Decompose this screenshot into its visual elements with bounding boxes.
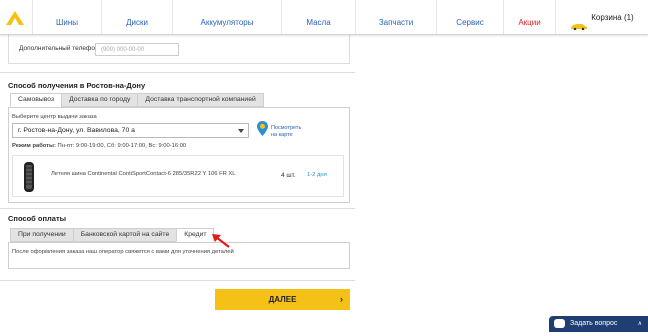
ask-question-widget[interactable]: Задать вопрос ∧ — [549, 316, 648, 332]
nav-item-wheels[interactable]: Диски — [101, 0, 172, 34]
nav-item-promo[interactable]: Акции — [503, 0, 555, 34]
divider — [0, 208, 355, 209]
contacts-box: Дополнительный телефон +7 (900) 000-00-0… — [8, 34, 350, 64]
top-navigation: Шины Диски Аккумуляторы Масла Запчасти С… — [0, 0, 648, 35]
delivery-tabs: Самовывоз Доставка по городу Доставка тр… — [10, 93, 264, 107]
tab-pay-on-receipt[interactable]: При получении — [10, 228, 74, 242]
product-row: Летняя шина Continental ContiSportContac… — [12, 155, 344, 197]
extra-phone-label: Дополнительный телефон — [19, 45, 99, 52]
nav-item-batteries[interactable]: Аккумуляторы — [172, 0, 281, 34]
nav-item-parts[interactable]: Запчасти — [355, 0, 436, 34]
hours-value: Пн-пт: 9:00-19:00, Сб: 9:00-17:00, Вс: 9… — [57, 143, 187, 149]
nav-item-tires[interactable]: Шины — [32, 0, 101, 34]
tab-city-delivery[interactable]: Доставка по городу — [61, 93, 139, 107]
next-button-label: ДАЛЕЕ — [268, 295, 297, 304]
map-pin-icon[interactable] — [257, 121, 268, 136]
tab-pay-by-card[interactable]: Банковской картой на сайте — [72, 228, 178, 242]
car-icon — [571, 24, 588, 30]
ask-question-label: Задать вопрос — [570, 320, 618, 327]
map-link-line2: на карте — [271, 132, 293, 138]
pickup-select[interactable]: г. Ростов-на-Дону, ул. Вавилова, 70 а — [12, 123, 249, 138]
product-name[interactable]: Летняя шина Continental ContiSportContac… — [51, 171, 236, 177]
map-link-line1: Посмотреть — [271, 125, 302, 131]
tire-icon — [24, 162, 34, 192]
chevron-right-icon: › — [340, 294, 343, 304]
chevron-up-icon: ∧ — [637, 321, 642, 327]
payment-note: После оформления заказа наш оператор свя… — [12, 249, 234, 255]
payment-panel — [8, 242, 350, 269]
divider — [0, 280, 355, 281]
extra-phone-input[interactable]: (900) 000-00-00 — [95, 43, 179, 56]
tab-credit[interactable]: Кредит — [176, 228, 215, 242]
next-button[interactable]: ДАЛЕЕ › — [215, 289, 350, 310]
chat-bubble-icon — [554, 319, 565, 328]
tab-transport-company[interactable]: Доставка транспортной компанией — [137, 93, 264, 107]
working-hours: Режим работы: Пн-пт: 9:00-19:00, Сб: 9:0… — [12, 143, 186, 149]
pickup-label: Выберите центр выдачи заказа — [12, 114, 97, 120]
cart-button[interactable]: Корзина (1) — [555, 0, 648, 34]
nav-item-oils[interactable]: Масла — [281, 0, 355, 34]
hours-label: Режим работы: — [12, 143, 56, 149]
nav-menu: Шины Диски Аккумуляторы Масла Запчасти С… — [32, 0, 648, 34]
pickup-value: г. Ростов-на-Дону, ул. Вавилова, 70 а — [18, 127, 135, 134]
product-qty: 4 шт. — [281, 172, 296, 179]
view-on-map-link[interactable]: Посмотреть на карте — [271, 125, 301, 139]
payment-tabs: При получении Банковской картой на сайте… — [10, 228, 215, 242]
delivery-title: Способ получения в Ростов-на-Дону — [8, 81, 146, 90]
divider — [0, 72, 355, 73]
delivery-days: 1-2 дня — [307, 172, 327, 178]
chevron-down-icon — [238, 129, 244, 133]
nav-item-service[interactable]: Сервис — [436, 0, 503, 34]
payment-title: Способ оплаты — [8, 214, 67, 223]
extra-phone-row: Дополнительный телефон +7 — [19, 45, 105, 52]
tab-pickup[interactable]: Самовывоз — [10, 93, 63, 107]
logo-icon[interactable] — [6, 11, 24, 25]
red-arrow-annotation — [212, 234, 230, 248]
cart-label: Корзина (1) — [591, 12, 634, 22]
